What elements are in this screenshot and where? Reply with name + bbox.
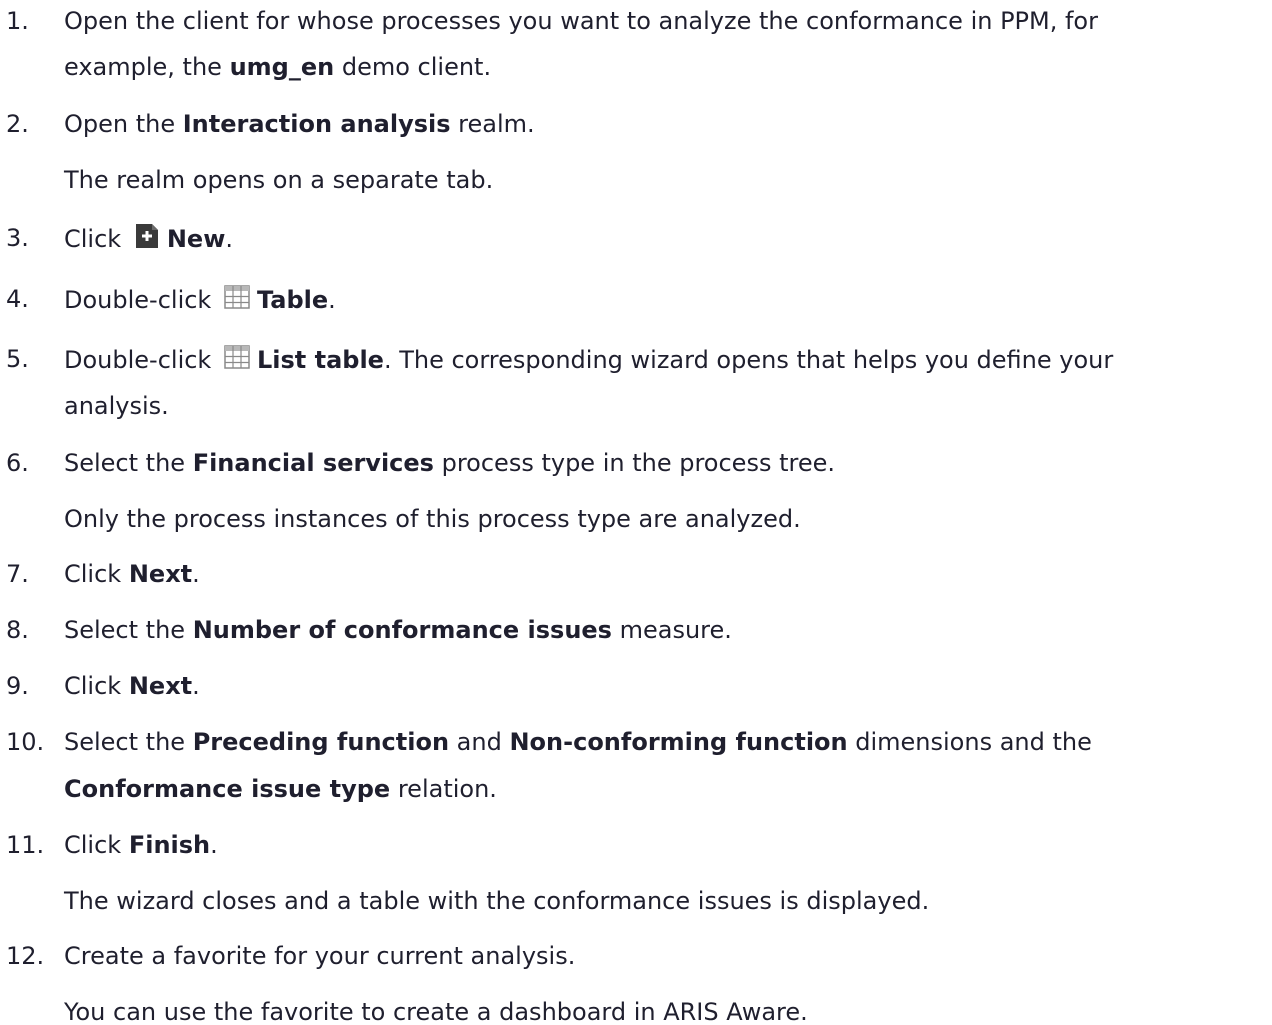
step-number: 8.	[6, 616, 29, 644]
step-number: 7.	[6, 560, 29, 588]
step-result-note: The wizard closes and a table with the c…	[64, 887, 930, 915]
step-text: Click Next.	[64, 672, 200, 700]
step-text-continued: analysis.	[64, 392, 169, 420]
measure-name: Number of conformance issues	[192, 616, 612, 644]
step-number: 3.	[6, 224, 29, 252]
dimension-name: Preceding function	[192, 728, 450, 756]
step-text: Open the client for whose processes you …	[64, 7, 1098, 35]
table-icon	[223, 283, 251, 311]
client-name: umg_en	[229, 53, 335, 81]
step-text: Click New.	[64, 222, 1264, 255]
new-document-icon	[133, 222, 161, 250]
step-result-note: You can use the favorite to create a das…	[64, 998, 808, 1025]
step-text: Select the Financial services process ty…	[64, 449, 835, 477]
step-text: Open the Interaction analysis realm.	[64, 110, 535, 138]
next-button-label: Next	[128, 560, 193, 588]
dimension-name: Non-conforming function	[509, 728, 848, 756]
table-icon	[223, 343, 251, 371]
relation-name: Conformance issue type	[64, 775, 391, 803]
step-result-note: Only the process instances of this proce…	[64, 505, 801, 533]
step-text: Select the Number of conformance issues …	[64, 616, 732, 644]
step-text: Click Finish.	[64, 831, 218, 859]
step-text-continued: example, the umg_en demo client.	[64, 53, 492, 81]
step-text: Double-click Table.	[64, 283, 1264, 316]
step-number: 2.	[6, 110, 29, 138]
step-number: 1.	[6, 7, 29, 35]
step-number: 11.	[6, 831, 45, 859]
table-label: Table	[256, 286, 329, 314]
step-text: Select the Preceding function and Non-co…	[64, 728, 1092, 756]
step-number: 10.	[6, 728, 45, 756]
process-type-name: Financial services	[192, 449, 434, 477]
step-number: 5.	[6, 345, 29, 373]
list-table-label: List table	[256, 346, 384, 374]
step-number: 12.	[6, 942, 45, 970]
instruction-document: 1. Open the client for whose processes y…	[0, 0, 1272, 1025]
realm-name: Interaction analysis	[182, 110, 451, 138]
step-text: Double-click List table. The correspondi…	[64, 343, 1264, 376]
step-text: Click Next.	[64, 560, 200, 588]
step-text: Create a favorite for your current analy…	[64, 942, 576, 970]
step-number: 4.	[6, 285, 29, 313]
step-text-continued: Conformance issue type relation.	[64, 775, 497, 803]
finish-button-label: Finish	[128, 831, 211, 859]
step-result-note: The realm opens on a separate tab.	[64, 166, 494, 194]
new-button-label: New	[166, 225, 226, 253]
step-number: 6.	[6, 449, 29, 477]
next-button-label: Next	[128, 672, 193, 700]
step-number: 9.	[6, 672, 29, 700]
